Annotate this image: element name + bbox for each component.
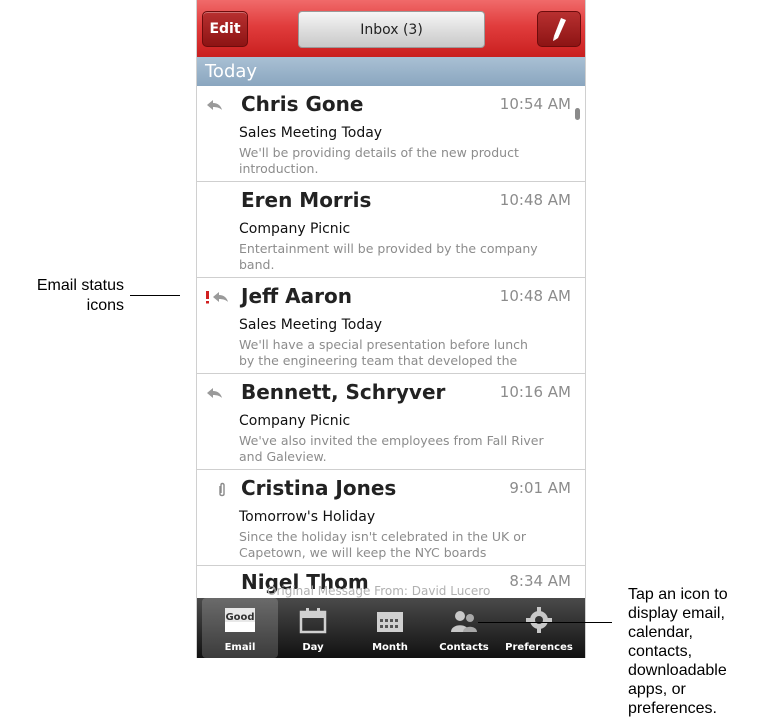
email-preview: Since the holiday isn't celebrated in th…: [239, 529, 526, 560]
email-row[interactable]: Jeff Aaron 10:48 AM Sales Meeting Today …: [197, 278, 585, 374]
email-time: 10:16 AM: [499, 383, 571, 401]
scroll-indicator[interactable]: [575, 108, 580, 120]
contacts-icon: [448, 606, 480, 638]
annotation-tab-icons: Tap an icon to display email, calendar, …: [628, 585, 768, 718]
email-subject: Tomorrow's Holiday: [239, 509, 376, 525]
tab-label: Month: [372, 642, 408, 653]
annotation-line: icons: [86, 297, 124, 314]
email-subject: Original Message From: David Lucero: [267, 584, 491, 598]
email-preview: Entertainment will be provided by the co…: [239, 241, 538, 272]
tab-month[interactable]: Month: [352, 598, 428, 658]
reply-arrow-icon: [205, 98, 231, 114]
svg-text:Good: Good: [225, 612, 254, 623]
email-row[interactable]: Chris Gone 10:54 AM Sales Meeting Today …: [197, 86, 585, 182]
email-preview: We'll have a special presentation before…: [239, 337, 528, 368]
email-row[interactable]: Eren Morris 10:48 AM Company Picnic Ente…: [197, 182, 585, 278]
annotation-line: contacts,: [628, 643, 693, 660]
annotation-line: Tap an icon to: [628, 586, 728, 603]
good-email-icon: Good: [224, 606, 256, 638]
email-subject: Company Picnic: [239, 413, 351, 429]
email-time: 10:54 AM: [499, 95, 571, 113]
tab-label: Contacts: [439, 642, 489, 653]
edit-button[interactable]: Edit: [202, 11, 248, 47]
compose-button[interactable]: [537, 11, 581, 47]
annotation-leader-line: [478, 622, 612, 623]
annotation-leader-line: [130, 295, 180, 296]
email-sender: Bennett, Schryver: [241, 380, 446, 404]
email-time: 9:01 AM: [509, 479, 571, 497]
annotation-line: Email status: [36, 277, 124, 294]
annotation-line: preferences.: [628, 700, 717, 717]
phone-screen: Edit Inbox (3) Today Chris Gone 10:54 AM…: [196, 0, 586, 658]
email-sender: Eren Morris: [241, 188, 372, 212]
section-header-today: Today: [197, 57, 585, 86]
priority-reply-icon: [205, 290, 231, 306]
calendar-day-icon: [297, 606, 329, 638]
email-time: 10:48 AM: [499, 191, 571, 209]
tab-label: Preferences: [505, 642, 573, 653]
annotation-line: display email,: [628, 605, 725, 622]
email-sender: Cristina Jones: [241, 476, 397, 500]
pencil-icon: [553, 18, 566, 41]
annotation-email-status-icons: Email status icons: [0, 276, 124, 316]
email-preview: We've also invited the employees from Fa…: [239, 433, 544, 464]
tab-label: Email: [224, 642, 256, 653]
email-time: 8:34 AM: [509, 572, 571, 590]
email-subject: Sales Meeting Today: [239, 317, 383, 333]
email-row[interactable]: Cristina Jones 9:01 AM Tomorrow's Holida…: [197, 470, 585, 566]
email-subject: Sales Meeting Today: [239, 125, 383, 141]
email-row[interactable]: Bennett, Schryver 10:16 AM Company Picni…: [197, 374, 585, 470]
email-sender: Jeff Aaron: [241, 284, 352, 308]
email-time: 10:48 AM: [499, 287, 571, 305]
email-sender: Chris Gone: [241, 92, 364, 116]
email-list: Chris Gone 10:54 AM Sales Meeting Today …: [197, 86, 585, 606]
reply-arrow-icon: [205, 386, 231, 402]
calendar-month-icon: [374, 606, 406, 638]
annotation-line: calendar,: [628, 624, 693, 641]
annotation-line: downloadable: [628, 662, 727, 679]
tab-preferences[interactable]: Preferences: [497, 598, 581, 658]
email-subject: Company Picnic: [239, 221, 351, 237]
tab-email[interactable]: Good Email: [202, 598, 278, 658]
tab-contacts[interactable]: Contacts: [426, 598, 502, 658]
paperclip-icon: [217, 482, 243, 498]
bottom-navigation: Good Email Day Month Contacts Preference…: [197, 598, 585, 658]
email-preview: We'll be providing details of the new pr…: [239, 145, 519, 176]
inbox-button[interactable]: Inbox (3): [298, 11, 485, 48]
tab-label: Day: [302, 642, 324, 653]
annotation-line: apps, or: [628, 681, 686, 698]
tab-day[interactable]: Day: [275, 598, 351, 658]
top-bar: Edit Inbox (3): [197, 0, 585, 57]
